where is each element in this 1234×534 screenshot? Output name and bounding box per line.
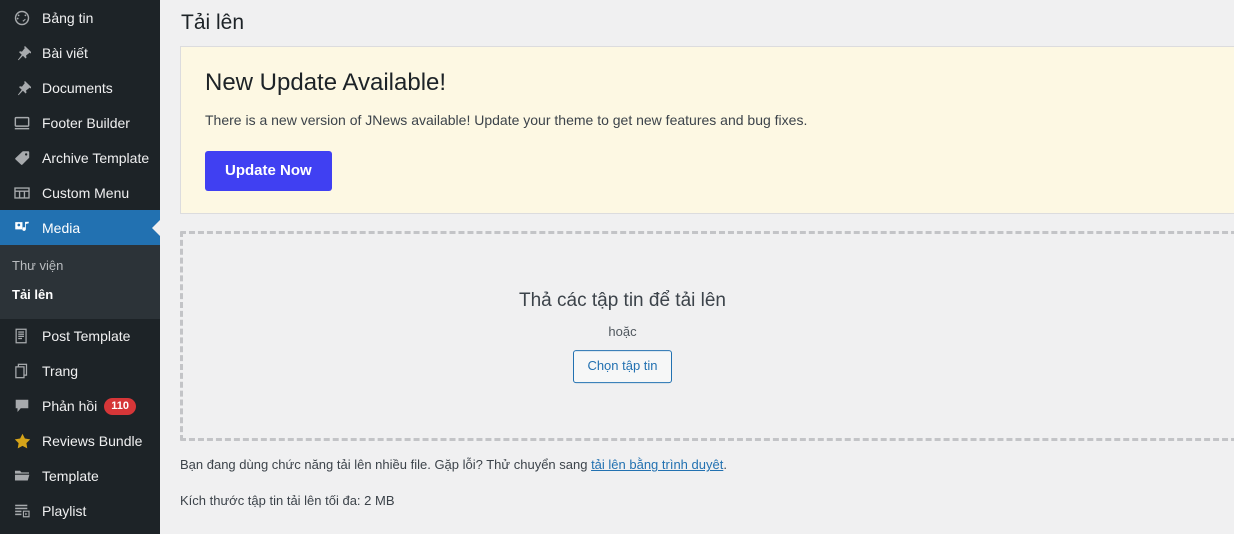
sidebar-item-comments[interactable]: Phản hồi 110 bbox=[0, 389, 160, 424]
sidebar-item-label: Reviews Bundle bbox=[42, 433, 143, 450]
update-notice: New Update Available! There is a new ver… bbox=[180, 46, 1234, 215]
pages-icon bbox=[12, 361, 32, 381]
multifile-note: Bạn đang dùng chức năng tải lên nhiều fi… bbox=[180, 455, 1234, 475]
update-notice-body: There is a new version of JNews availabl… bbox=[205, 112, 808, 129]
sidebar-item-label: Post Template bbox=[42, 328, 131, 345]
sidebar-item-label: Bài viết bbox=[42, 44, 88, 61]
sidebar-item-media[interactable]: Media bbox=[0, 210, 160, 245]
multifile-note-suffix: . bbox=[723, 457, 727, 473]
wordpress-admin-screen: Bảng tin Bài viết Documents Footer Build… bbox=[0, 0, 1234, 534]
dropzone-title: Thả các tập tin để tải lên bbox=[518, 290, 726, 312]
sidebar-item-label: Bảng tin bbox=[42, 9, 94, 26]
sidebar-item-label: Media bbox=[42, 219, 81, 236]
sidebar-item-label: Archive Template bbox=[42, 149, 150, 166]
upload-footer-notes: Bạn đang dùng chức năng tải lên nhiều fi… bbox=[180, 441, 1234, 510]
page-title: Tải lên bbox=[181, 11, 245, 34]
sidebar-item-label: Playlist bbox=[42, 503, 87, 520]
comments-count-badge: 110 bbox=[104, 397, 137, 415]
grid-icon bbox=[12, 183, 32, 203]
update-notice-heading: New Update Available! bbox=[205, 69, 447, 97]
main-content: Tải lên New Update Available! There is a… bbox=[160, 0, 1234, 534]
star-icon bbox=[12, 431, 32, 451]
comment-icon bbox=[12, 396, 32, 416]
admin-sidebar: Bảng tin Bài viết Documents Footer Build… bbox=[0, 0, 160, 534]
sidebar-item-reviews-bundle[interactable]: Reviews Bundle bbox=[0, 424, 160, 459]
sidebar-item-label: Phản hồi bbox=[42, 398, 98, 415]
sidebar-item-label: Template bbox=[42, 468, 99, 485]
sidebar-item-label: Trang bbox=[42, 363, 79, 380]
submenu-item-library[interactable]: Thư viện bbox=[0, 252, 160, 281]
sidebar-item-label: Custom Menu bbox=[42, 184, 130, 201]
sidebar-item-footer-builder[interactable]: Footer Builder bbox=[0, 105, 160, 140]
select-files-button[interactable]: Chọn tập tin bbox=[573, 350, 672, 384]
sidebar-item-post-template[interactable]: Post Template bbox=[0, 319, 160, 354]
dropzone-or-label: hoặc bbox=[608, 324, 637, 340]
submenu-item-upload[interactable]: Tải lên bbox=[0, 281, 160, 310]
dropzone-inner: Thả các tập tin để tải lên hoặc Chọn tập… bbox=[183, 290, 1234, 384]
sidebar-item-template[interactable]: Template bbox=[0, 459, 160, 494]
sidebar-item-custom-menu[interactable]: Custom Menu bbox=[0, 175, 160, 210]
sidebar-item-playlist[interactable]: Playlist bbox=[0, 494, 160, 529]
browser-uploader-link[interactable]: tải lên bằng trình duyệt bbox=[591, 457, 723, 472]
sidebar-item-label: Documents bbox=[42, 79, 113, 96]
max-upload-size-note: Kích thước tập tin tải lên tối đa: 2 MB bbox=[180, 492, 395, 508]
sidebar-item-posts[interactable]: Bài viết bbox=[0, 35, 160, 70]
tag-icon bbox=[12, 148, 32, 168]
folder-icon bbox=[12, 466, 32, 486]
sidebar-item-label: Footer Builder bbox=[42, 114, 130, 131]
media-submenu: Thư viện Tải lên bbox=[0, 245, 160, 319]
sidebar-item-archive-template[interactable]: Archive Template bbox=[0, 140, 160, 175]
upload-dropzone[interactable]: Thả các tập tin để tải lên hoặc Chọn tập… bbox=[180, 231, 1234, 442]
document-icon bbox=[12, 326, 32, 346]
playlist-icon bbox=[12, 501, 32, 521]
pin-icon bbox=[12, 43, 32, 63]
sidebar-item-pages[interactable]: Trang bbox=[0, 354, 160, 389]
screen-icon bbox=[12, 113, 32, 133]
media-icon bbox=[12, 218, 32, 238]
pin-icon bbox=[12, 78, 32, 98]
dashboard-icon bbox=[12, 8, 32, 28]
update-now-button[interactable]: Update Now bbox=[205, 151, 332, 192]
multifile-note-prefix: Bạn đang dùng chức năng tải lên nhiều fi… bbox=[180, 457, 592, 473]
sidebar-item-documents[interactable]: Documents bbox=[0, 70, 160, 105]
sidebar-item-dashboard[interactable]: Bảng tin bbox=[0, 0, 160, 35]
